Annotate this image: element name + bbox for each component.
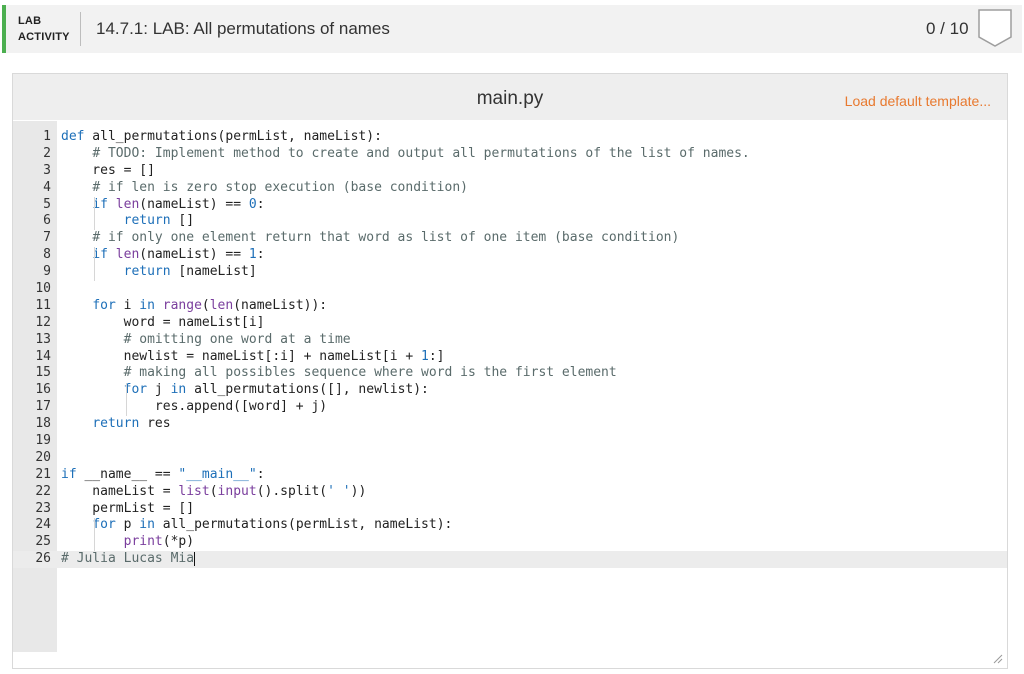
line-number: 2 <box>43 145 51 161</box>
line-number: 11 <box>35 297 51 313</box>
line-number: 6 <box>43 213 51 229</box>
code-line[interactable]: 11 for i in range(len(nameList)): <box>13 298 1007 315</box>
line-number: 20 <box>35 449 51 465</box>
code-text[interactable]: # if only one element return that word a… <box>61 230 679 247</box>
line-number: 17 <box>35 399 51 415</box>
code-area[interactable]: 1 def all_permutations(permList, nameList… <box>13 129 1007 569</box>
line-number: 8 <box>43 247 51 263</box>
code-line[interactable]: 20 <box>13 450 1007 467</box>
code-line[interactable]: 7 # if only one element return that word… <box>13 230 1007 247</box>
code-line[interactable]: 9 return [nameList] <box>13 264 1007 281</box>
lab-label: LAB <box>18 15 42 27</box>
line-number: 23 <box>35 500 51 516</box>
code-text[interactable]: print(*p) <box>61 534 194 551</box>
line-number: 5 <box>43 196 51 212</box>
line-number: 21 <box>35 466 51 482</box>
code-text[interactable]: def all_permutations(permList, nameList)… <box>61 129 382 146</box>
code-line[interactable]: 21 if __name__ == "__main__": <box>13 467 1007 484</box>
line-number: 25 <box>35 534 51 550</box>
code-line[interactable]: 23 permList = [] <box>13 501 1007 518</box>
line-number: 7 <box>43 230 51 246</box>
code-text[interactable]: for p in all_permutations(permList, name… <box>61 517 452 534</box>
lab-header: LAB ACTIVITY 14.7.1: LAB: All permutatio… <box>0 0 1024 58</box>
load-default-template-button[interactable]: Load default template... <box>845 93 991 109</box>
code-line[interactable]: 16 for j in all_permutations([], newlist… <box>13 382 1007 399</box>
code-line[interactable]: 3 res = [] <box>13 163 1007 180</box>
indent-guide <box>125 382 127 417</box>
code-text[interactable]: return [] <box>61 213 194 230</box>
indent-guide <box>94 517 96 552</box>
line-number: 22 <box>35 483 51 499</box>
code-text[interactable]: return res <box>61 416 170 433</box>
code-line[interactable]: 1 def all_permutations(permList, nameList… <box>13 129 1007 146</box>
line-number: 19 <box>35 433 51 449</box>
code-line[interactable]: 12 word = nameList[i] <box>13 315 1007 332</box>
code-line[interactable]: 24 for p in all_permutations(permList, n… <box>13 517 1007 534</box>
code-text[interactable]: if len(nameList) == 1: <box>61 247 264 264</box>
line-number: 12 <box>35 314 51 330</box>
line-number: 9 <box>43 264 51 280</box>
code-line[interactable]: 15 # making all possibles sequence where… <box>13 365 1007 382</box>
code-text[interactable]: if __name__ == "__main__": <box>61 467 265 484</box>
line-number: 1 <box>43 129 51 144</box>
code-line[interactable]: 10 <box>13 281 1007 298</box>
header-divider <box>80 12 81 46</box>
indent-guide <box>94 247 96 282</box>
editor-header: main.py Load default template... <box>13 74 1007 120</box>
code-text[interactable]: newlist = nameList[:i] + nameList[i + 1:… <box>61 349 445 366</box>
line-number: 14 <box>35 348 51 364</box>
code-text[interactable]: nameList = list(input().split(' ')) <box>61 484 366 501</box>
line-number: 16 <box>35 382 51 398</box>
code-text[interactable]: # if len is zero stop execution (base co… <box>61 180 468 197</box>
text-cursor <box>194 551 196 566</box>
completion-badge-icon <box>978 9 1012 47</box>
code-line[interactable]: 8 if len(nameList) == 1: <box>13 247 1007 264</box>
line-number: 4 <box>43 179 51 195</box>
code-text[interactable]: return [nameList] <box>61 264 257 281</box>
code-line[interactable]: 26 # Julia Lucas Mia <box>13 551 1007 569</box>
code-text[interactable]: for i in range(len(nameList)): <box>61 298 327 315</box>
line-number: 24 <box>35 517 51 533</box>
code-line[interactable]: 6 return [] <box>13 213 1007 230</box>
activity-label: ACTIVITY <box>18 31 70 43</box>
code-line[interactable]: 5 if len(nameList) == 0: <box>13 197 1007 214</box>
lab-activity-tag: LAB ACTIVITY <box>2 5 78 53</box>
indent-guide <box>94 196 96 231</box>
code-text[interactable]: # making all possibles sequence where wo… <box>61 365 617 382</box>
code-text[interactable]: word = nameList[i] <box>61 315 265 332</box>
line-number: 15 <box>35 365 51 381</box>
code-text[interactable]: # omitting one word at a time <box>61 332 351 349</box>
code-line[interactable]: 14 newlist = nameList[:i] + nameList[i +… <box>13 349 1007 366</box>
code-text[interactable]: res.append([word] + j) <box>61 399 327 416</box>
code-line[interactable]: 17 res.append([word] + j) <box>13 399 1007 416</box>
resize-handle-icon[interactable] <box>991 652 1003 664</box>
line-number: 26 <box>35 551 51 567</box>
code-editor-panel: main.py Load default template... 1 def al… <box>12 73 1008 669</box>
code-line[interactable]: 4 # if len is zero stop execution (base … <box>13 180 1007 197</box>
line-number: 13 <box>35 331 51 347</box>
code-text[interactable]: # TODO: Implement method to create and o… <box>61 146 749 163</box>
code-line[interactable]: 2 # TODO: Implement method to create and… <box>13 146 1007 163</box>
code-line[interactable]: 22 nameList = list(input().split(' ')) <box>13 484 1007 501</box>
code-line[interactable]: 19 <box>13 433 1007 450</box>
line-number: 18 <box>35 416 51 432</box>
code-text[interactable]: res = [] <box>61 163 155 180</box>
code-line[interactable]: 18 return res <box>13 416 1007 433</box>
code-text[interactable]: # Julia Lucas Mia <box>61 551 196 568</box>
activity-title: 14.7.1: LAB: All permutations of names <box>96 19 390 38</box>
code-line[interactable]: 13 # omitting one word at a time <box>13 332 1007 349</box>
code-text[interactable]: for j in all_permutations([], newlist): <box>61 382 429 399</box>
code-text[interactable]: permList = [] <box>61 501 194 518</box>
score-text: 0 / 10 <box>926 19 969 38</box>
line-number: 10 <box>35 281 51 297</box>
line-number: 3 <box>43 162 51 178</box>
code-line[interactable]: 25 print(*p) <box>13 534 1007 551</box>
code-text[interactable]: if len(nameList) == 0: <box>61 197 264 214</box>
